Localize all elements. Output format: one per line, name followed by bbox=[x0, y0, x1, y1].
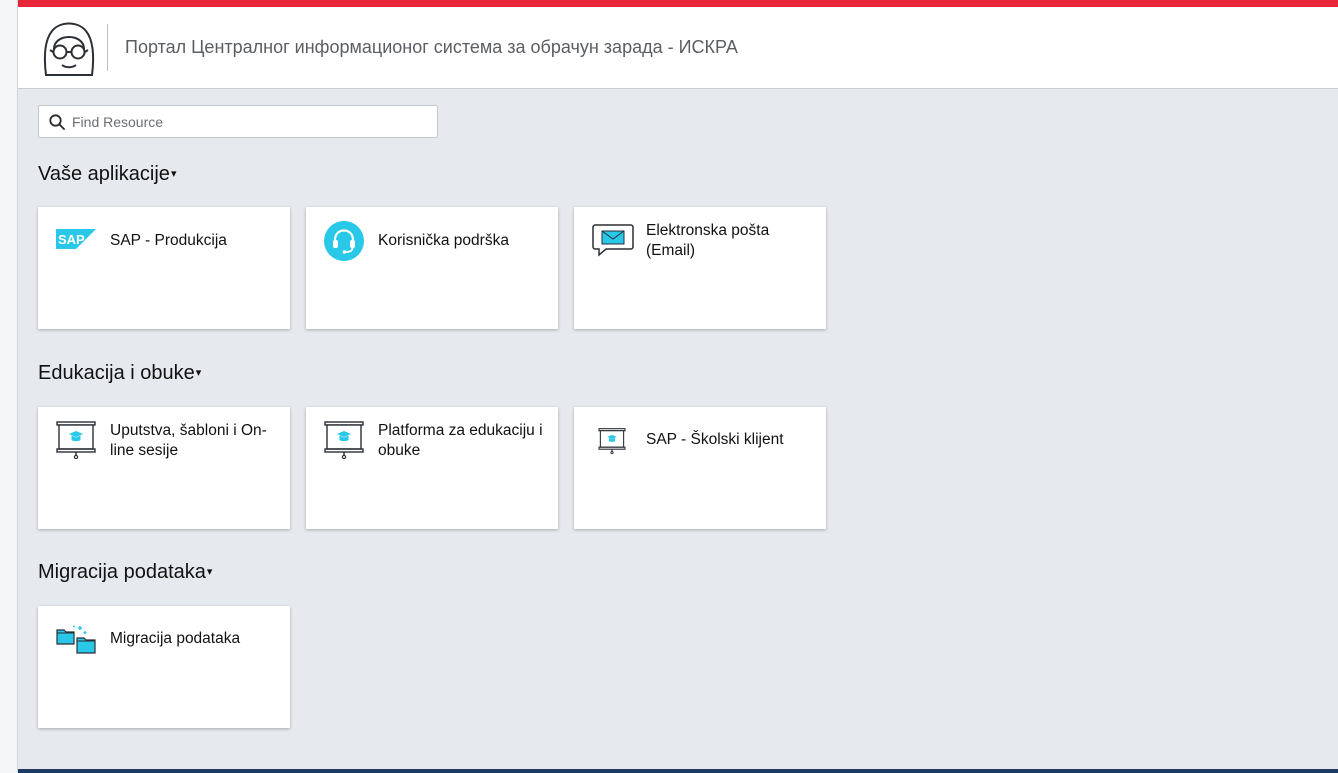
tile-label: Migracija podataka bbox=[110, 630, 241, 647]
tile-uputstva-sabloni[interactable]: Uputstva, šabloni i On-line sesije bbox=[38, 407, 290, 529]
tile-label: Elektronska pošta (Email) bbox=[646, 222, 770, 259]
caret-down-icon: ▾ bbox=[170, 168, 177, 180]
tile-label: Uputstva, šabloni i On-line sesije bbox=[110, 422, 267, 459]
tile-korisnicka-podrska[interactable]: Korisnička podrška bbox=[306, 207, 558, 329]
footer-bar bbox=[18, 769, 1338, 773]
caret-down-icon: ▾ bbox=[195, 367, 202, 379]
search-icon bbox=[49, 114, 65, 130]
caret-down-icon: ▾ bbox=[206, 566, 213, 578]
portal-header: Портал Централног информационог система … bbox=[18, 7, 1338, 89]
presentation-board-icon bbox=[56, 421, 96, 464]
presentation-board-icon bbox=[324, 421, 364, 464]
svg-text:SAP: SAP bbox=[58, 232, 85, 247]
email-message-icon bbox=[592, 223, 634, 262]
section-title-migracija-podataka[interactable]: Migracija podataka▾ bbox=[38, 561, 212, 584]
section-title-label: Edukacija i obuke bbox=[38, 362, 195, 384]
tile-migracija-podataka[interactable]: Migracija podataka bbox=[38, 606, 290, 728]
tile-label: Platforma za edukaciju i obuke bbox=[378, 422, 543, 459]
brand-top-line bbox=[18, 0, 1338, 7]
presentation-board-small-icon bbox=[598, 428, 626, 459]
tile-label: SAP - Produkcija bbox=[110, 232, 227, 249]
page-title: Портал Централног информационог система … bbox=[125, 37, 738, 57]
portal-logo-icon[interactable] bbox=[40, 19, 98, 77]
section-title-vase-aplikacije[interactable]: Vaše aplikacije▾ bbox=[38, 163, 176, 186]
tile-label: Korisnička podrška bbox=[378, 232, 509, 249]
find-resource-search[interactable] bbox=[38, 105, 438, 138]
header-divider bbox=[107, 24, 108, 71]
left-edge-panel bbox=[0, 0, 18, 773]
tile-elektronska-posta[interactable]: Elektronska pošta (Email) bbox=[574, 207, 826, 329]
search-input[interactable] bbox=[72, 106, 427, 137]
headset-support-icon bbox=[324, 221, 364, 266]
section-title-label: Migracija podataka bbox=[38, 561, 206, 583]
section-title-edukacija-i-obuke[interactable]: Edukacija i obuke▾ bbox=[38, 362, 201, 385]
folder-migration-icon bbox=[56, 624, 96, 659]
tile-label: SAP - Školski klijent bbox=[646, 431, 784, 448]
tile-sap-skolski-klijent[interactable]: SAP - Školski klijent bbox=[574, 407, 826, 529]
tile-platforma-za-edukaciju[interactable]: Platforma za edukaciju i obuke bbox=[306, 407, 558, 529]
section-title-label: Vaše aplikacije bbox=[38, 163, 170, 185]
sap-logo-icon: SAP bbox=[56, 229, 96, 254]
tile-sap-produkcija[interactable]: SAP SAP - Produkcija bbox=[38, 207, 290, 329]
